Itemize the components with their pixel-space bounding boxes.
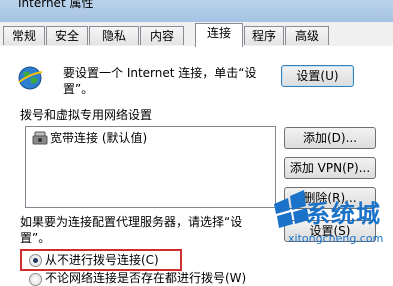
tab-advanced[interactable]: 高级 [285,26,329,45]
setup-instruction-line1: 要设置一个 Internet 连接，单击“设 [63,66,257,80]
tab-security[interactable]: 安全 [46,26,88,45]
tab-general[interactable]: 常规 [3,26,45,45]
dialup-connection-icon [32,131,48,145]
setup-button[interactable]: 设置(U) [281,65,354,87]
proxy-instruction-line2: 置”。 [20,231,51,245]
always-dial-label[interactable]: 不论网络连接是否存在都进行拨号(W) [45,270,246,286]
watermark-name: 系统城 [306,200,381,228]
tab-privacy[interactable]: 隐私 [89,26,139,45]
globe-icon [18,66,43,90]
window-title: Internet 属性 [18,0,94,10]
tab-strip: 常规 安全 隐私 内容 连接 程序 高级 [0,22,393,47]
always-dial-radio[interactable] [29,273,42,286]
tab-content[interactable]: 内容 [140,26,184,45]
connection-label: 宽带连接 (默认值) [50,131,148,145]
tab-connections[interactable]: 连接 [195,23,243,47]
watermark-url: xitongcheng.com [288,232,384,245]
connections-list[interactable]: 宽带连接 (默认值) [25,126,276,208]
add-button[interactable]: 添加(D)... [284,127,376,149]
red-highlight-box [20,249,182,271]
setup-instruction-line2: 置”。 [63,82,94,96]
tab-programs[interactable]: 程序 [244,26,284,45]
add-vpn-button[interactable]: 添加 VPN(P)... [284,157,376,179]
title-bar: Internet 属性 [0,0,393,22]
watermark: 系统城 xitongcheng.com [268,184,392,284]
proxy-instruction-line1: 如果要为连接配置代理服务器，请选择“设 [20,215,243,229]
dialup-section-label: 拨号和虚拟专用网络设置 [20,108,153,122]
